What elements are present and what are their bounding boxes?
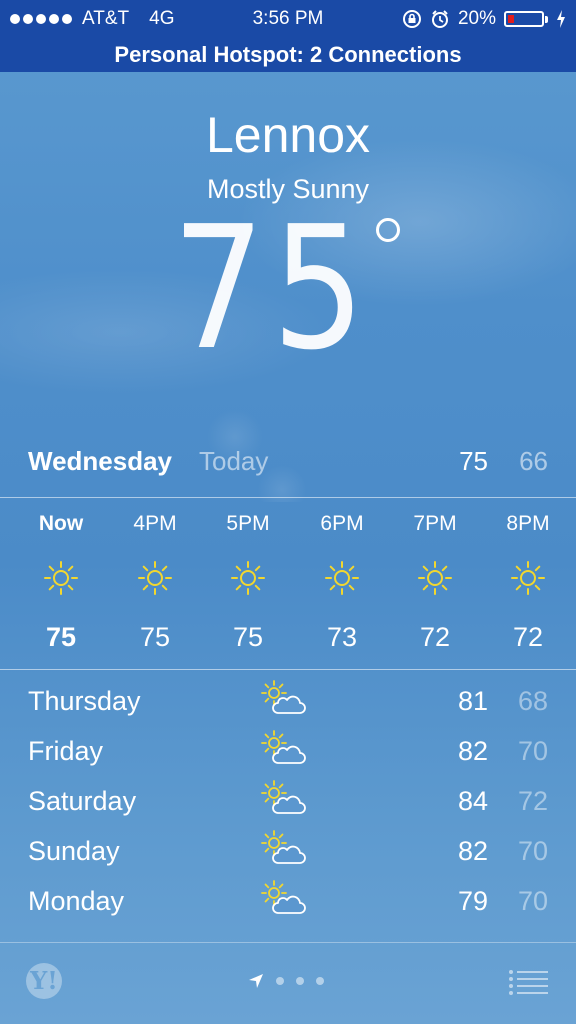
divider [0,669,576,670]
alarm-icon [431,10,448,28]
hour-time: 8PM [506,512,550,535]
yahoo-logo-text: Y! [26,963,62,999]
list-icon[interactable] [508,969,548,997]
day-high: 82 [457,736,488,766]
partly-cloudy-icon [261,880,306,914]
city-name: Lennox [205,107,371,163]
day-high: 84 [457,786,488,816]
day-high: 79 [457,886,488,916]
day-row: Monday 79 70 [0,880,576,930]
today-high: 75 [459,446,488,476]
charging-bolt-icon [557,10,565,28]
hour-time: 7PM [413,512,457,535]
hour-temp: 72 [512,622,544,652]
hour-time: 6PM [320,512,364,535]
day-low: 70 [517,836,548,866]
sun-icon [44,561,78,595]
partly-cloudy-icon [261,830,306,864]
hour-time: Now [38,512,84,535]
sun-icon [325,561,359,595]
hour-temp: 75 [139,622,171,652]
day-name: Friday [28,736,104,766]
day-low: 72 [517,786,548,816]
degree-symbol [376,218,400,242]
day-low: 70 [517,736,548,766]
day-row: Sunday 82 70 [0,830,576,880]
battery-icon [504,11,544,27]
day-low: 70 [517,886,548,916]
hour-temp: 73 [326,622,358,652]
sun-icon [418,561,452,595]
battery-fill [508,15,515,23]
today-low: 66 [519,446,548,476]
hour-time: 4PM [133,512,177,535]
today-label: Today [199,446,269,476]
day-name: Saturday [28,786,137,816]
page-dot-icon [296,977,304,985]
battery-percent: 20% [457,8,496,29]
sun-icon [231,561,265,595]
day-high: 81 [457,686,488,716]
hour-temp: 72 [419,622,451,652]
sun-icon [511,561,545,595]
status-bar: AT&T 4G 3:56 PM 20% [0,0,576,38]
footer-bar: Y! [0,943,576,1024]
day-name: Sunday [28,836,120,866]
today-row: Wednesday Today 75 66 [0,446,576,486]
day-row: Thursday 81 68 [0,680,576,730]
hotspot-banner[interactable]: Personal Hotspot: 2 Connections [0,38,576,72]
partly-cloudy-icon [261,730,306,764]
page-indicator[interactable] [248,973,324,989]
day-row: Friday 82 70 [0,730,576,780]
hour-time: 5PM [226,512,270,535]
hour-temp: 75 [232,622,264,652]
page-dot-icon [276,977,284,985]
day-row: Saturday 84 72 [0,780,576,830]
yahoo-logo-icon[interactable]: Y! [26,963,62,999]
page-dot-icon [316,977,324,985]
day-high: 82 [457,836,488,866]
day-name: Thursday [28,686,141,716]
partly-cloudy-icon [261,680,306,714]
partly-cloudy-icon [261,780,306,814]
day-low: 68 [517,686,548,716]
status-right: 20% [402,0,566,38]
sun-icon [138,561,172,595]
today-day: Wednesday [28,446,173,476]
hour-temp: 75 [45,622,77,652]
orientation-lock-icon [402,10,421,28]
hourly-forecast[interactable]: Now 75 4PM 75 5PM 75 6PM 73 7PM 72 8PM 7… [0,498,576,670]
location-arrow-icon [249,974,263,988]
current-temperature: 75 [172,190,372,388]
day-name: Monday [28,886,125,916]
battery-cap [545,15,548,23]
